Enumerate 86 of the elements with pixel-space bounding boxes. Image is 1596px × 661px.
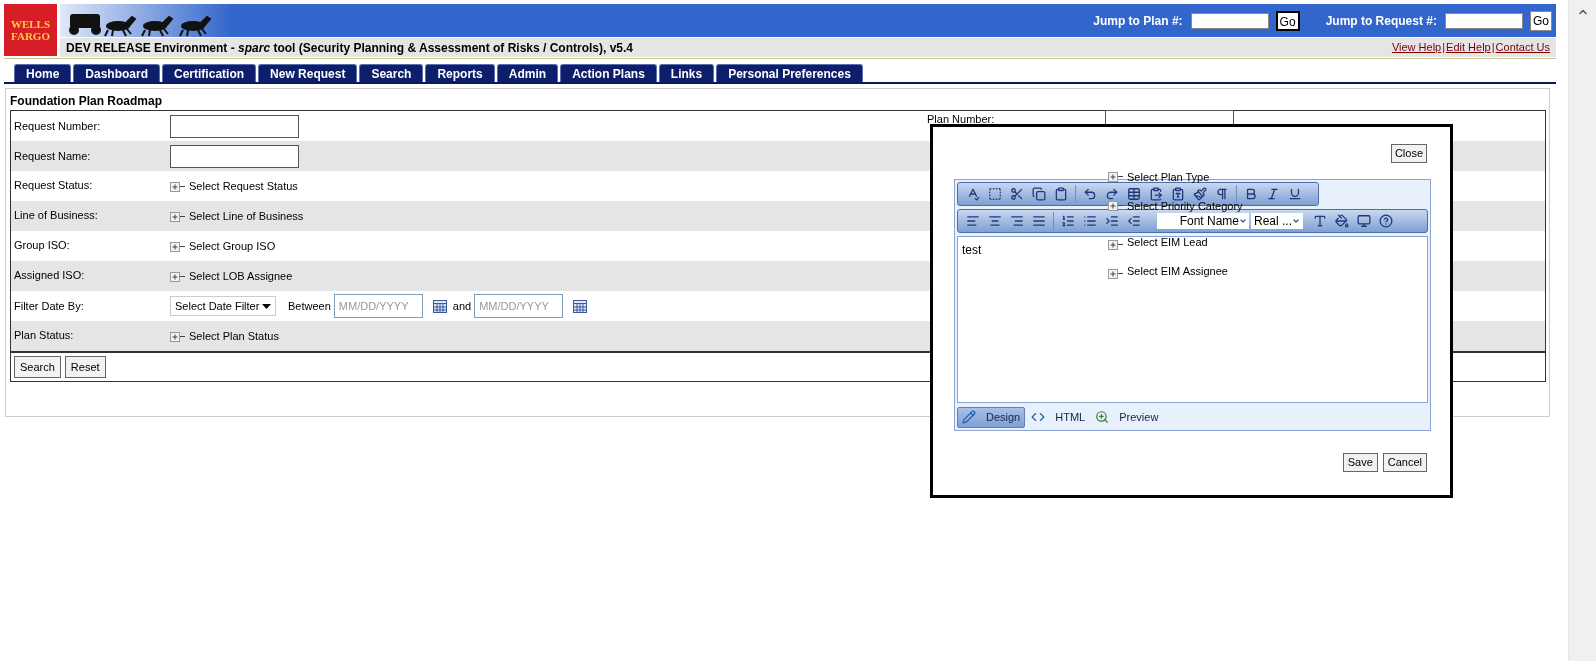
date-field[interactable]: MM/DD/YYYY [474,294,564,318]
field-label: Plan Number: [927,111,996,127]
editor-text: test [962,242,982,257]
text-field[interactable] [170,144,299,168]
jump-field[interactable] [1190,12,1269,29]
jump-label: Jump to Request #: [1325,12,1437,30]
link-separator: | [1442,40,1446,56]
option-link[interactable]: Select EIM Lead [1127,236,1208,248]
cut-icon[interactable] [1009,185,1025,202]
calendar-icon[interactable] [573,299,588,313]
jump-field[interactable] [1445,12,1523,29]
text-field[interactable] [170,114,299,138]
nav-tab[interactable]: Links [658,64,715,82]
form-button[interactable]: Reset [64,356,106,378]
dropdown-icon [262,303,271,309]
field-label: Line of Business: [13,209,99,222]
nav-tab[interactable]: Certification [162,64,257,82]
expand-icon[interactable] [170,332,185,343]
option-link[interactable]: Select Group ISO [189,240,276,253]
nav-tab[interactable]: Search [359,64,424,82]
option-link[interactable]: Select EIM Assignee [1127,265,1228,277]
nav-tab[interactable]: Admin [496,64,559,82]
expand-icon[interactable] [1108,240,1123,251]
calendar-icon[interactable] [432,299,447,313]
scrollbar[interactable] [1568,0,1596,661]
link-separator: | [1491,40,1495,56]
nav-tab[interactable]: Personal Preferences [716,64,863,82]
help-link[interactable]: Contact Us [1495,39,1550,56]
expand-icon[interactable] [170,212,185,223]
font-name-select[interactable]: Font Name [1157,212,1249,229]
close-button[interactable]: Close [1390,144,1427,163]
zoom-icon [1095,410,1110,425]
expand-icon[interactable] [170,272,185,283]
expand-icon[interactable] [170,182,185,193]
paste-icon[interactable] [1053,185,1069,202]
option-link[interactable]: Select Plan Type [1127,171,1210,183]
monitor-icon[interactable] [1356,212,1372,229]
expand-icon[interactable] [1108,269,1123,280]
and-label: and [452,298,472,314]
help-link[interactable]: Edit Help [1446,39,1491,56]
date-field[interactable]: MM/DD/YYYY [333,294,423,318]
paste-text-icon[interactable] [1148,185,1164,202]
nav-tab[interactable]: Action Plans [560,64,657,82]
between-label: Between [288,298,331,314]
logo[interactable]: WELLS FARGO [4,4,57,56]
field-label: Group ISO: [13,239,71,252]
nav-tab[interactable]: Dashboard [73,64,161,82]
select-all-icon[interactable] [987,185,1003,202]
field-label: Filter Date By: [13,299,85,313]
expand-icon[interactable] [1108,172,1123,183]
option-link[interactable]: Select Request Status [189,180,298,193]
paste-word-icon[interactable] [1170,185,1186,202]
expand-icon[interactable] [1108,201,1123,212]
help-link[interactable]: View Help [1391,39,1442,56]
field-label: Request Number: [13,119,102,133]
option-link[interactable]: Select Plan Status [189,330,279,343]
field-label: Assigned ISO: [13,269,86,282]
table-icon[interactable] [1126,185,1142,202]
dialog-button[interactable]: Save [1342,453,1378,472]
copy-icon[interactable] [1031,185,1047,202]
help-icon[interactable] [1378,212,1394,229]
jump-label: Jump to Plan #: [1093,12,1183,30]
format-brush-icon[interactable] [1192,185,1208,202]
panel-title: Foundation Plan Roadmap [10,94,163,110]
nav-tab[interactable]: Reports [425,64,495,82]
mode-tab[interactable]: HTML [1027,406,1090,428]
go-button[interactable]: Go [1275,10,1300,31]
nav-tab[interactable]: Home [14,64,72,82]
app-title: DEV RELEASE Environment - sparc tool (Security Planning & Assessment of Risks / Controls), v5.4 [66,39,634,57]
go-button[interactable]: Go [1530,10,1552,31]
expand-icon[interactable] [170,242,185,253]
option-link[interactable]: Select Line of Business [189,210,304,223]
mode-tab[interactable]: Design [957,406,1026,428]
dialog-button[interactable]: Cancel [1382,453,1427,472]
pencil-icon [962,410,976,425]
font-size-select[interactable]: Real ... [1251,212,1303,229]
field-label: Request Status: [13,179,94,192]
option-link[interactable]: Select Priority Category [1127,200,1243,212]
form-button[interactable]: Search [14,356,61,378]
nav-tab[interactable]: New Request [258,64,358,82]
mode-tab[interactable]: Preview [1091,406,1163,428]
option-link[interactable]: Select LOB Assignee [189,270,293,283]
date-filter-select[interactable]: Select Date Filter [170,296,276,316]
field-label: Plan Status: [13,329,75,342]
highlight-icon[interactable] [1334,212,1350,229]
field-label: Request Name: [13,149,92,163]
